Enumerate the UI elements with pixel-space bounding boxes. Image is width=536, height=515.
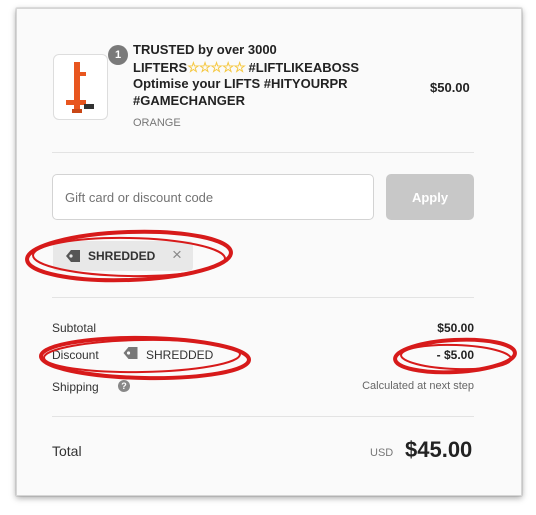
help-icon[interactable]: ?	[118, 380, 130, 392]
discount-code-label: SHREDDED	[146, 348, 214, 362]
divider	[52, 416, 474, 417]
product-title-line: #GAMECHANGER	[133, 92, 245, 108]
shipping-label: Shipping	[52, 380, 99, 394]
close-icon[interactable]: ×	[172, 246, 182, 264]
tag-icon	[66, 250, 80, 262]
shipping-value: Calculated at next step	[362, 380, 474, 392]
tag-icon	[123, 347, 138, 359]
product-price: $50.00	[430, 80, 470, 95]
star-rating-icon: ☆☆☆☆☆	[187, 58, 246, 75]
divider	[52, 297, 474, 298]
quantity-badge: 1	[108, 45, 128, 65]
product-title: TRUSTED by over 3000 LIFTERS☆☆☆☆☆ #LIFTL…	[133, 42, 413, 109]
product-title-line: TRUSTED by over 3000	[133, 42, 277, 57]
discount-value: - $5.00	[436, 348, 474, 362]
applied-code-label: SHREDDED	[88, 249, 156, 263]
total-amount: $45.00	[405, 437, 473, 462]
discount-label: Discount	[52, 348, 99, 362]
discount-code-input[interactable]	[52, 174, 374, 220]
currency-code: USD	[370, 447, 394, 459]
product-title-line: LIFTERS☆☆☆☆☆ #LIFTLIKEABOSS	[133, 58, 360, 75]
subtotal-label: Subtotal	[52, 321, 97, 335]
orange-lifting-bar-icon	[66, 62, 94, 113]
applied-discount-chip: SHREDDED ×	[53, 241, 193, 271]
subtotal-value: $50.00	[437, 321, 474, 335]
divider	[52, 152, 474, 153]
total-label: Total	[52, 443, 82, 459]
product-variant: ORANGE	[133, 117, 181, 129]
apply-button[interactable]: Apply	[386, 174, 474, 220]
product-thumbnail	[53, 54, 108, 120]
product-title-line: Optimise your LIFTS #HITYOURPR	[133, 76, 348, 91]
